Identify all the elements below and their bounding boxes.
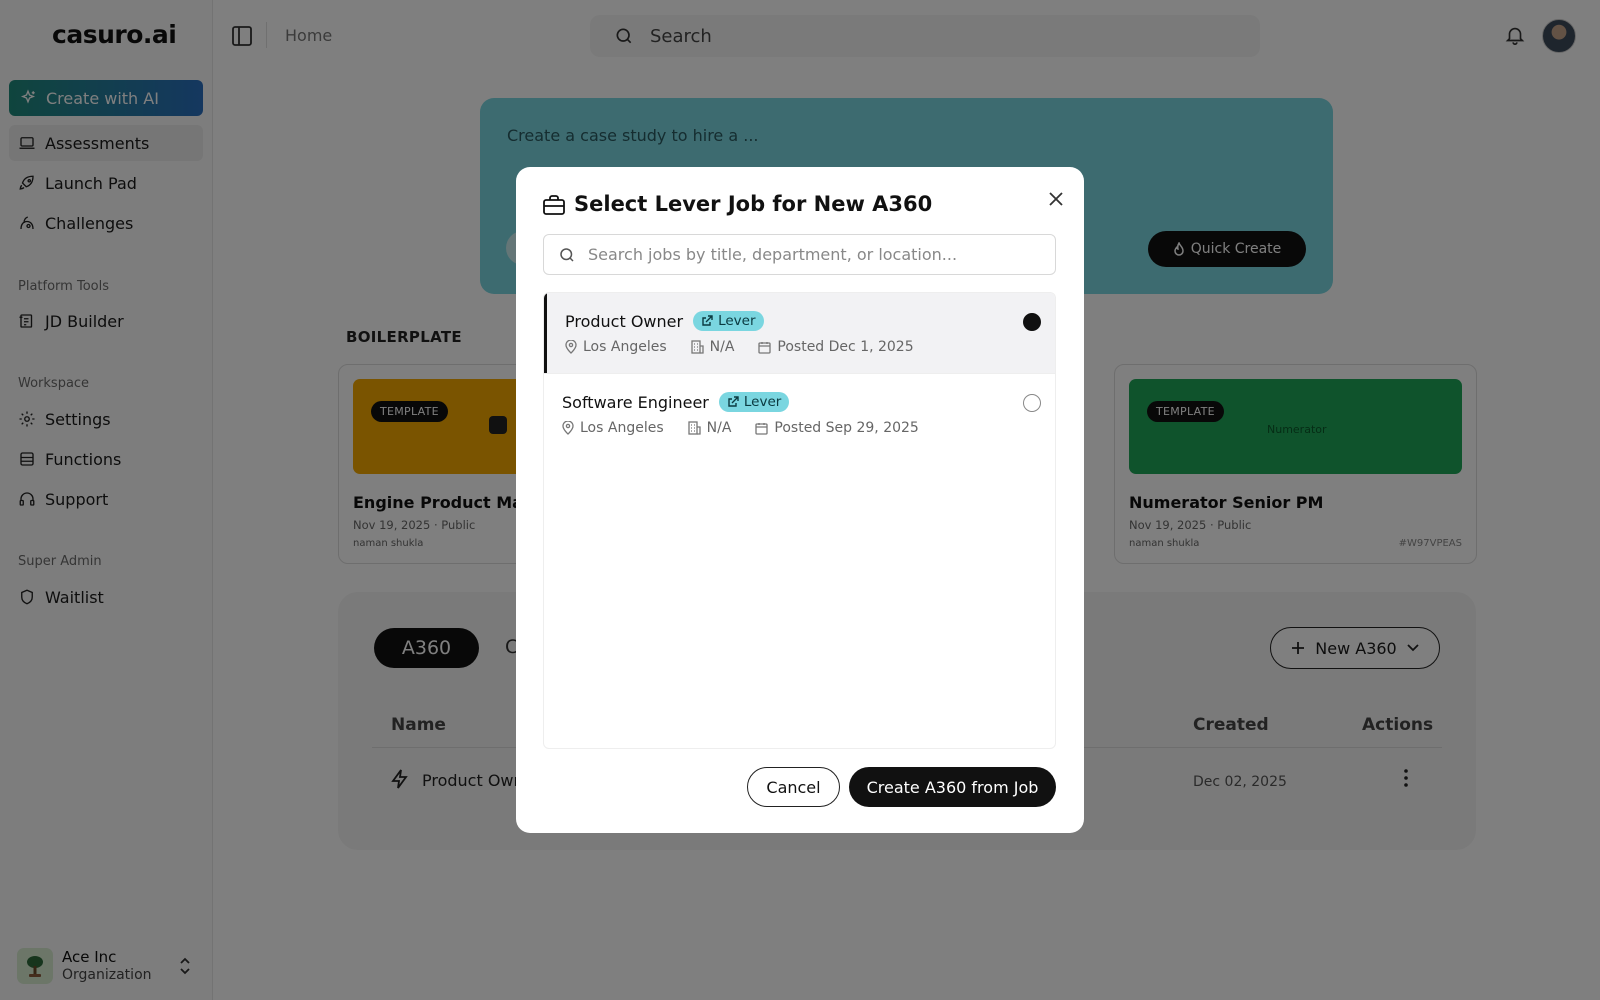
- lever-badge-label: Lever: [718, 313, 756, 329]
- job-posted-date: Posted Dec 1, 2025: [777, 339, 914, 355]
- job-location: Los Angeles: [580, 420, 664, 436]
- external-link-icon: [728, 396, 739, 407]
- building-icon: [687, 421, 701, 435]
- job-option-product-owner[interactable]: Product Owner Lever Los Angeles N/A Post…: [544, 293, 1055, 373]
- map-pin-icon: [562, 421, 574, 435]
- job-radio[interactable]: [1023, 394, 1041, 412]
- external-link-icon: [702, 315, 713, 326]
- modal-title: Select Lever Job for New A360: [574, 192, 933, 216]
- calendar-icon: [755, 422, 769, 435]
- job-posted-date: Posted Sep 29, 2025: [774, 420, 919, 436]
- job-search-input[interactable]: [588, 245, 1055, 264]
- job-department: N/A: [706, 420, 732, 436]
- job-list: Product Owner Lever Los Angeles N/A Post…: [543, 292, 1056, 749]
- lever-badge: Lever: [718, 392, 790, 412]
- job-title: Software Engineer: [562, 392, 709, 412]
- lever-badge: Lever: [693, 311, 764, 331]
- map-pin-icon: [565, 340, 577, 354]
- briefcase-icon: [543, 195, 565, 215]
- search-icon: [560, 247, 574, 262]
- lever-badge-label: Lever: [743, 394, 782, 410]
- job-option-software-engineer[interactable]: Software Engineer Lever Los Angeles N/A …: [544, 373, 1055, 453]
- close-icon[interactable]: [1049, 192, 1063, 206]
- create-a360-from-job-button[interactable]: Create A360 from Job: [849, 767, 1056, 807]
- job-search-field[interactable]: [543, 234, 1056, 275]
- calendar-icon: [758, 341, 772, 354]
- cancel-button[interactable]: Cancel: [747, 767, 840, 807]
- select-lever-job-modal: Select Lever Job for New A360 Product Ow…: [516, 167, 1084, 833]
- job-department: N/A: [709, 339, 735, 355]
- job-location: Los Angeles: [583, 339, 667, 355]
- job-title: Product Owner: [565, 311, 684, 331]
- building-icon: [690, 340, 704, 354]
- job-radio-selected[interactable]: [1023, 313, 1041, 331]
